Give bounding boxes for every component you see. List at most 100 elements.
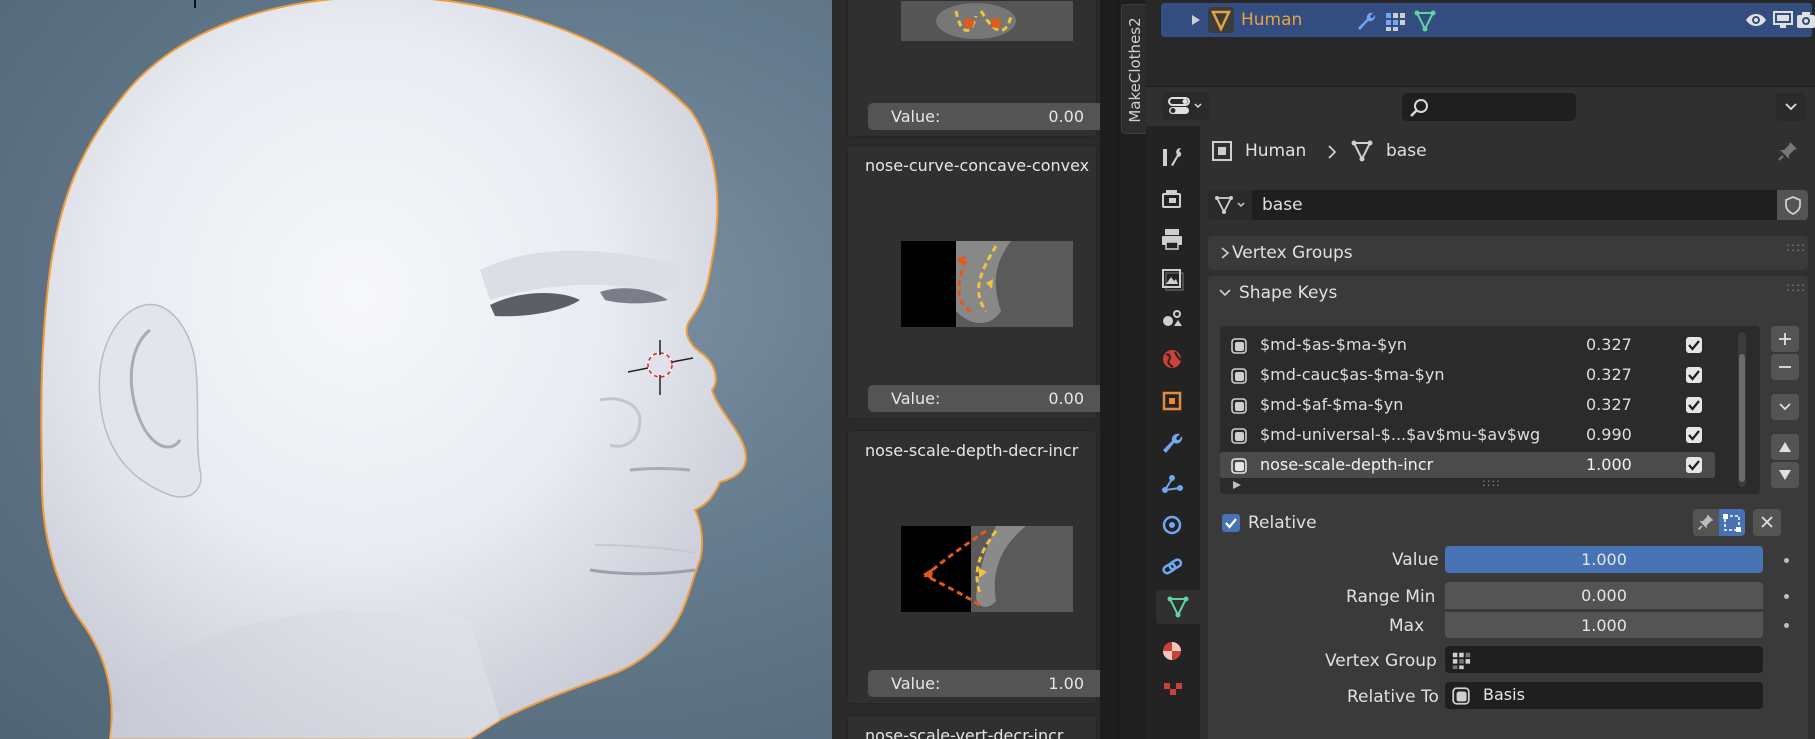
tab-modifiers[interactable] (1154, 426, 1190, 460)
mesh-data-icon[interactable] (1413, 9, 1437, 33)
outliner-row-human[interactable]: Human (1161, 3, 1815, 37)
tab-constraints[interactable] (1154, 550, 1190, 584)
key-value-field[interactable]: Value: 0.00 (868, 385, 1100, 412)
filter-options-arrow-icon[interactable] (1232, 480, 1242, 490)
tab-output[interactable] (1154, 222, 1190, 256)
tab-object[interactable] (1154, 384, 1190, 418)
shape-key-icon (1452, 687, 1470, 705)
search-input[interactable] (1402, 93, 1576, 121)
keyframe-dot[interactable] (1784, 623, 1789, 628)
3d-viewport[interactable] (0, 0, 832, 739)
tab-tool[interactable] (1154, 140, 1190, 174)
tab-physics[interactable] (1154, 508, 1190, 542)
shape-key-value[interactable]: 0.990 (1586, 425, 1632, 444)
list-item[interactable]: $md-cauc$as-$ma-$yn 0.327 (1220, 362, 1715, 388)
camera-icon[interactable] (1796, 10, 1815, 30)
list-item[interactable]: $md-universal-$...$av$mu-$av$wg 0.990 (1220, 422, 1715, 448)
chevron-right-icon (1328, 145, 1337, 159)
add-shape-key-button[interactable] (1771, 326, 1799, 352)
tab-world[interactable] (1154, 342, 1190, 376)
view-layer-icon (1162, 269, 1184, 291)
shape-key-value[interactable]: 0.327 (1586, 335, 1632, 354)
shape-key-name: $md-$as-$ma-$yn (1260, 335, 1407, 354)
tab-texture[interactable] (1154, 674, 1190, 708)
vertex-group-label: Vertex Group (1325, 651, 1437, 671)
human-head-model (40, 0, 747, 739)
keyframe-dot[interactable] (1784, 558, 1789, 563)
keyframe-dot[interactable] (1784, 594, 1789, 599)
key-card: nose-scale-depth-decr-incr Value: 1.00 (847, 430, 1100, 704)
tool-icon (1163, 148, 1182, 166)
fake-user-button[interactable] (1777, 190, 1808, 220)
chevron-down-icon (1779, 403, 1791, 411)
list-scrollbar[interactable] (1738, 332, 1746, 487)
breadcrumb-mesh: base (1386, 141, 1427, 161)
relative-to-label: Relative To (1347, 687, 1439, 707)
relative-checkbox[interactable] (1222, 514, 1240, 532)
vertex-group-field[interactable] (1445, 646, 1763, 673)
expand-arrow-icon[interactable] (1191, 14, 1201, 26)
wrench-icon[interactable] (1354, 10, 1376, 32)
relative-to-field[interactable]: Basis (1445, 682, 1763, 709)
vertex-groups-panel[interactable]: Vertex Groups :::: (1208, 236, 1808, 270)
pin-icon[interactable] (1777, 140, 1799, 162)
scrollbar-thumb[interactable] (1739, 354, 1745, 482)
edit-mode-toggle-button[interactable] (1719, 509, 1745, 536)
tab-scene[interactable] (1154, 301, 1190, 335)
shape-key-mute-checkbox[interactable] (1686, 457, 1702, 473)
eye-icon[interactable] (1745, 11, 1767, 29)
options-dropdown[interactable] (1776, 93, 1806, 121)
list-item[interactable]: $md-$as-$ma-$yn 0.327 (1220, 332, 1715, 358)
tab-view-layer[interactable] (1154, 262, 1190, 296)
range-max-field[interactable]: 1.000 (1445, 611, 1763, 638)
mesh-name[interactable]: base (1262, 195, 1303, 215)
drag-handle-icon[interactable]: :::: (1786, 280, 1806, 294)
browse-mesh-button[interactable] (1208, 190, 1252, 220)
tab-particles[interactable] (1154, 466, 1190, 500)
value-label: Value: (891, 674, 941, 693)
shape-key-mute-checkbox[interactable] (1686, 337, 1702, 353)
shape-key-mute-checkbox[interactable] (1686, 397, 1702, 413)
key-card: nose-scale-vert-decr-incr (847, 715, 1097, 739)
shape-key-mute-checkbox[interactable] (1686, 367, 1702, 383)
chevron-down-icon (1219, 289, 1231, 297)
move-down-button[interactable] (1771, 462, 1799, 488)
value-slider[interactable]: 1.000 (1445, 546, 1763, 573)
tab-makeclothes2[interactable]: MakeClothes2 (1121, 4, 1147, 134)
mesh-datablock-selector[interactable]: base (1208, 190, 1808, 220)
list-resize-handle[interactable]: :::: (1482, 476, 1501, 489)
tab-mesh-data[interactable] (1156, 590, 1200, 624)
mesh-data-icon (1215, 196, 1245, 215)
tab-material[interactable] (1154, 634, 1190, 668)
outliner: Human (1146, 0, 1815, 86)
shape-keys-header[interactable]: Shape Keys :::: (1208, 276, 1808, 310)
shape-key-value[interactable]: 0.327 (1586, 365, 1632, 384)
search-icon (1410, 99, 1428, 117)
editor-type-button[interactable] (1162, 92, 1210, 120)
list-item[interactable]: $md-$af-$ma-$yn 0.327 (1220, 392, 1715, 418)
particles-icon (1162, 475, 1183, 493)
area-divider[interactable] (1100, 0, 1118, 739)
range-min-field[interactable]: 0.000 (1445, 582, 1763, 609)
key-value-field[interactable]: Value: 0.00 (868, 103, 1100, 130)
shape-key-mute-checkbox[interactable] (1686, 427, 1702, 443)
key-value-field[interactable]: Value: 1.00 (868, 670, 1100, 697)
close-icon (1761, 516, 1773, 528)
value-label: Value: (891, 107, 941, 126)
move-up-button[interactable] (1771, 434, 1799, 460)
shape-key-pin-button[interactable] (1693, 509, 1719, 536)
shape-key-value[interactable]: 1.000 (1586, 455, 1632, 474)
drag-handle-icon[interactable]: :::: (1786, 240, 1806, 254)
shape-key-specials-button[interactable] (1771, 394, 1799, 420)
tab-label: MakeClothes2 (1126, 17, 1144, 123)
tab-render[interactable] (1154, 182, 1190, 216)
shape-key-value[interactable]: 0.327 (1586, 395, 1632, 414)
monitor-icon[interactable] (1773, 11, 1793, 29)
pin-icon (1698, 514, 1714, 530)
shape-key-list[interactable]: $md-$as-$ma-$yn 0.327 $md-cauc$as-$ma-$y… (1220, 326, 1760, 494)
range-max-number: 1.000 (1581, 615, 1627, 635)
remove-shape-key-button[interactable] (1771, 354, 1799, 380)
list-item-selected[interactable]: nose-scale-depth-incr 1.000 (1220, 452, 1715, 478)
clear-weights-button[interactable] (1753, 509, 1781, 536)
vertex-group-icon[interactable] (1384, 10, 1406, 32)
